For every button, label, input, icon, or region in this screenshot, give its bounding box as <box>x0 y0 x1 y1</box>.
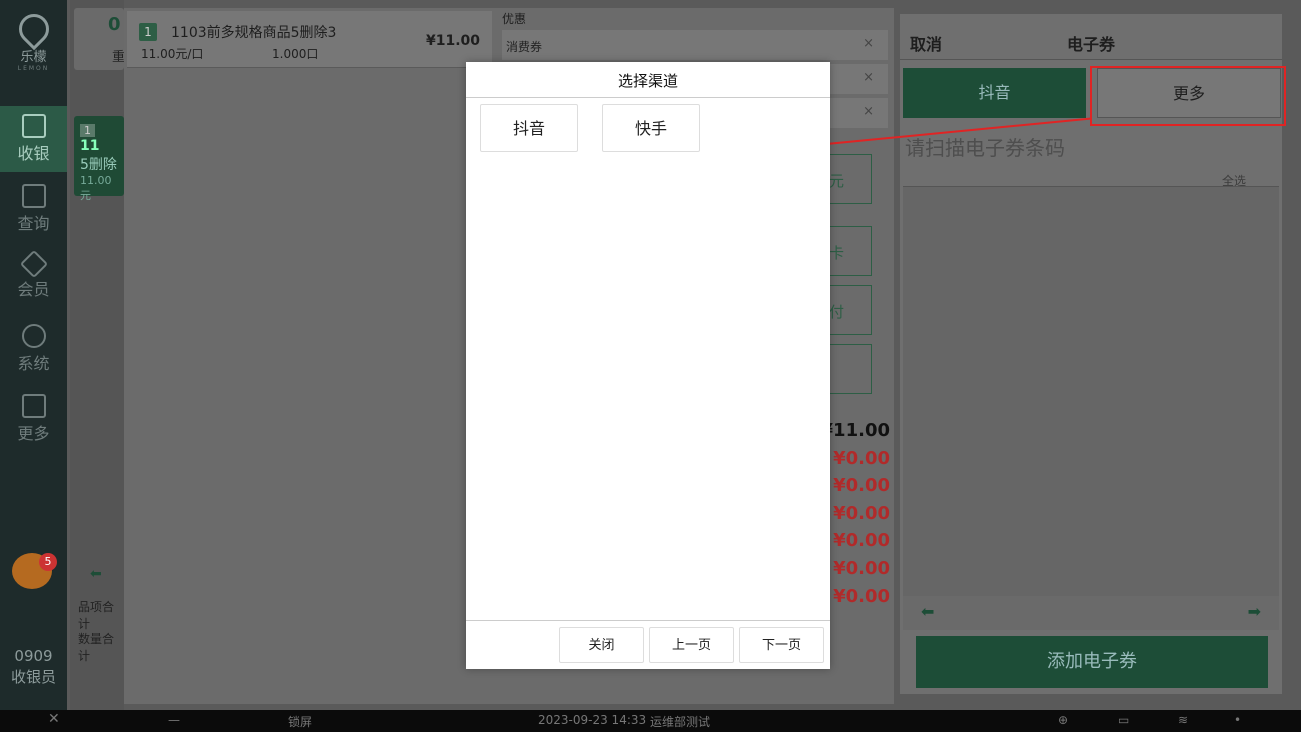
total-amount: ¥11.00 <box>820 420 890 441</box>
gear-icon <box>21 324 46 348</box>
scan-input[interactable]: 请扫描电子券条码 <box>905 132 1065 161</box>
user-role: 收银员 <box>10 668 56 686</box>
sidebar-item-label: 系统 <box>17 354 50 373</box>
channel-douyin-button[interactable]: 抖音 <box>480 104 578 152</box>
grid-icon <box>21 394 46 418</box>
notification-badge: 5 <box>39 553 57 571</box>
summary-items-label: 品项合计 <box>78 600 115 631</box>
left-strip-panel: 0 重 1 11 5删除 11.00元 ⬅ 品项合计 数量合计 <box>70 0 125 710</box>
order-card-snippet: 11 <box>80 138 100 154</box>
globe-icon[interactable]: ⊕ <box>1058 713 1068 727</box>
close-icon[interactable]: × <box>863 70 874 85</box>
order-row-unit-price: 11.00元/口 <box>141 47 204 61</box>
order-row-name: 1103前多规格商品5删除3 <box>171 25 337 41</box>
user-id: 0909 <box>14 647 53 665</box>
coupon-row[interactable]: 消费券 × <box>502 30 888 60</box>
cancel-button[interactable]: 取消 <box>910 31 942 55</box>
coupon-label: 消费券 <box>506 40 543 54</box>
order-card-name: 5删除 <box>80 157 117 173</box>
payment-method-button[interactable]: 元 <box>828 154 872 204</box>
summary-qty-label: 数量合计 <box>78 632 115 663</box>
arrow-right-icon[interactable]: ➡ <box>1248 602 1261 621</box>
prev-page-button[interactable]: 上一页 <box>649 627 734 663</box>
discount-amount: ¥0.00 <box>833 503 890 524</box>
order-row[interactable]: 1 1103前多规格商品5删除3 ¥11.00 11.00元/口 1.000口 <box>127 11 492 68</box>
discount-amount: ¥0.00 <box>833 558 890 579</box>
user-info: 0909 收银员 <box>0 646 67 688</box>
close-icon[interactable]: × <box>863 36 874 51</box>
sidebar-item-label: 会员 <box>17 280 50 299</box>
sidebar-item-label: 更多 <box>17 424 50 443</box>
payment-method-label: 付 <box>829 303 845 321</box>
select-channel-dialog: 选择渠道 抖音 快手 关闭 上一页 下一页 <box>466 62 830 669</box>
payment-method-label: 卡 <box>829 244 845 262</box>
monitor-icon[interactable]: ▭ <box>1118 713 1129 727</box>
payment-method-label: 元 <box>829 172 845 190</box>
sidebar-item-query[interactable]: 查询 <box>0 176 67 242</box>
order-row-price: ¥11.00 <box>425 33 480 49</box>
datetime: 2023-09-23 14:33 <box>538 713 647 727</box>
search-doc-icon <box>21 184 46 208</box>
discount-amount: ¥0.00 <box>833 530 890 551</box>
close-icon[interactable]: × <box>863 104 874 119</box>
sidebar-item-checkout[interactable]: 收银 <box>0 106 67 172</box>
arrow-left-icon[interactable]: ⬅ <box>921 602 934 621</box>
order-row-num: 1 <box>139 23 157 41</box>
ecoupon-title: 电子券 <box>1067 35 1116 54</box>
app-logo: 乐檬 LEMON <box>0 7 67 80</box>
sidebar-item-member[interactable]: 会员 <box>0 246 67 312</box>
annotation-box-more <box>1090 66 1286 126</box>
dialog-footer: 关闭 上一页 下一页 <box>466 620 830 669</box>
taskbar: ✕ — 锁屏 2023-09-23 14:33 运维部测试 ⊕ ▭ ≋ • <box>0 710 1301 732</box>
lemon-logo-icon <box>12 7 55 51</box>
dialog-title: 选择渠道 <box>466 62 830 98</box>
order-list-panel: 1 1103前多规格商品5删除3 ¥11.00 11.00元/口 1.000口 <box>124 8 498 704</box>
close-icon[interactable]: ✕ <box>48 711 60 727</box>
tab-douyin[interactable]: 抖音 <box>903 68 1086 118</box>
minimize-icon[interactable]: — <box>168 713 180 727</box>
discount-title: 优惠 <box>502 12 527 26</box>
channel-kuaishou-button[interactable]: 快手 <box>602 104 700 152</box>
discount-amount: ¥0.00 <box>833 586 890 607</box>
ecoupon-header: 取消 电子券 <box>900 14 1282 60</box>
discount-amount: ¥0.00 <box>833 448 890 469</box>
payment-method-button[interactable]: 卡 <box>828 226 872 276</box>
coupon-list <box>903 186 1279 596</box>
sidebar-item-label: 查询 <box>17 214 50 233</box>
next-page-button[interactable]: 下一页 <box>739 627 824 663</box>
status-dot-icon: • <box>1234 713 1242 727</box>
order-card-price: 11.00元 <box>80 174 112 202</box>
payment-method-button[interactable] <box>828 344 872 394</box>
main-sidebar: 乐檬 LEMON 收银 查询 会员 系统 更多 5 0909 收银员 <box>0 0 67 710</box>
logo-subtext: LEMON <box>17 65 50 72</box>
lock-screen-button[interactable]: 锁屏 <box>288 713 312 730</box>
wifi-icon: ≋ <box>1178 713 1189 727</box>
add-ecoupon-button[interactable]: 添加电子券 <box>916 636 1268 688</box>
sidebar-item-label: 收银 <box>17 144 50 163</box>
diamond-icon <box>19 249 48 279</box>
close-button[interactable]: 关闭 <box>559 627 644 663</box>
order-card-num: 1 <box>80 124 95 137</box>
sidebar-item-more[interactable]: 更多 <box>0 386 67 452</box>
back-arrow-icon[interactable]: ⬅ <box>90 566 102 582</box>
order-row-qty: 1.000口 <box>272 47 319 61</box>
sidebar-item-system[interactable]: 系统 <box>0 316 67 382</box>
store-name: 运维部测试 <box>650 715 711 729</box>
count-digit: 0 <box>108 14 121 35</box>
count-box: 0 重 <box>74 8 125 70</box>
selected-order-card[interactable]: 1 11 5删除 11.00元 <box>74 116 124 202</box>
payment-method-button[interactable]: 付 <box>828 285 872 335</box>
discount-amount: ¥0.00 <box>833 475 890 496</box>
coupon-pager: ⬅ ➡ <box>903 596 1279 630</box>
cashier-icon <box>21 114 46 138</box>
